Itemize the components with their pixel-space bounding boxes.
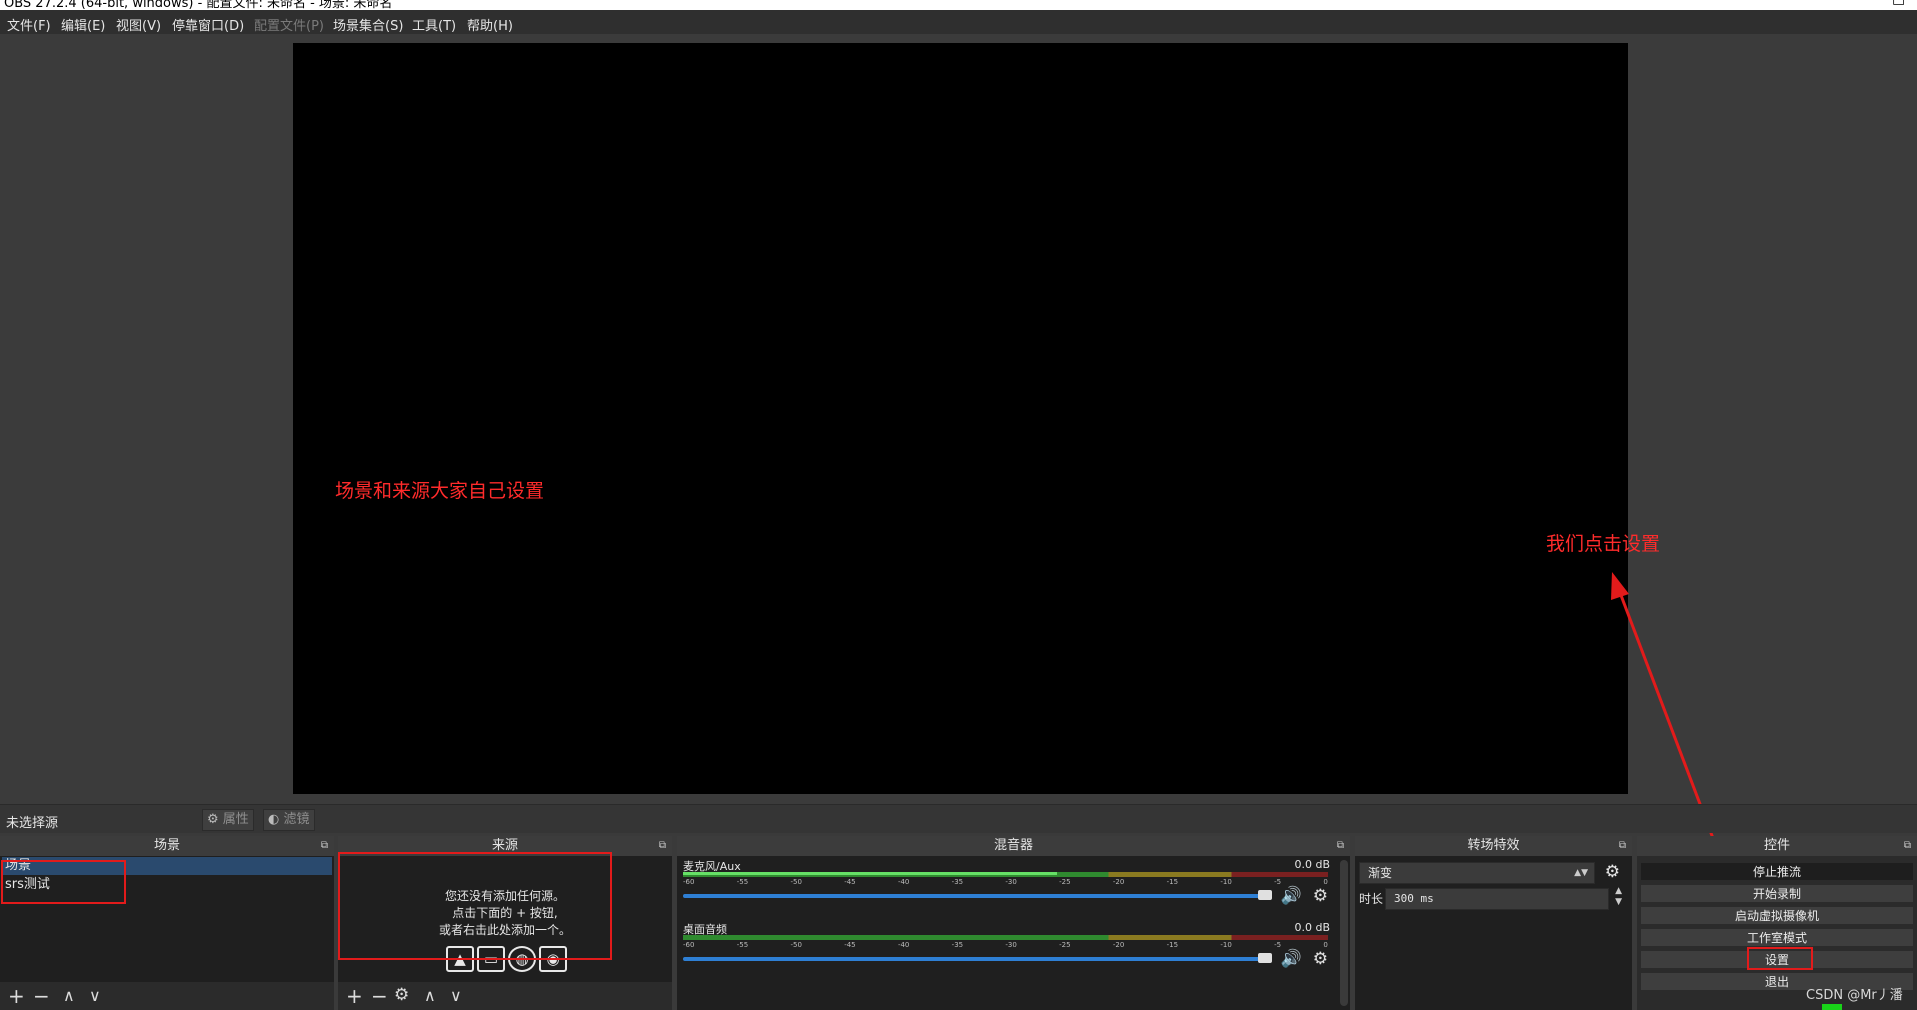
transitions-dock: 转场特效 ⧉ 渐变 ▲▼ ⚙ 时长 300 ms ▲ ▼ bbox=[1355, 836, 1632, 1010]
virtual-camera-button[interactable]: 启动虚拟摄像机 bbox=[1640, 906, 1914, 925]
scale-tick: -20 bbox=[1112, 878, 1125, 886]
add-source-button[interactable]: + bbox=[346, 984, 363, 1008]
scale-tick: -35 bbox=[951, 941, 964, 949]
mixer-channel-desktop: 桌面音频 0.0 dB -60 -55 -50 -45 -40 -35 -30 -25 -20-… bbox=[677, 921, 1338, 979]
scale-tick: -10 bbox=[1220, 878, 1232, 886]
undock-icon[interactable]: ⧉ bbox=[321, 836, 328, 856]
scale-tick: -10 bbox=[1220, 941, 1232, 949]
stop-streaming-button[interactable]: 停止推流 bbox=[1640, 862, 1914, 881]
no-source-label: 未选择源 bbox=[6, 816, 59, 831]
scale-tick: -25 bbox=[1059, 941, 1071, 949]
transition-select-value: 渐变 bbox=[1368, 866, 1393, 880]
scale-tick: -50 bbox=[790, 941, 802, 949]
volume-slider[interactable] bbox=[683, 890, 1272, 900]
transitions-body: 渐变 ▲▼ ⚙ 时长 300 ms ▲ ▼ bbox=[1355, 856, 1632, 1010]
scale-tick: -55 bbox=[736, 941, 749, 949]
gear-icon: ⚙ bbox=[207, 812, 219, 827]
scale-tick: -60 bbox=[683, 878, 695, 886]
mixer-channel-mic: 麦克风/Aux 0.0 dB -60 -55 -50 -45 -40 -35 -30 -25-… bbox=[677, 858, 1338, 916]
scale-tick: -60 bbox=[683, 941, 695, 949]
source-toolbar: 未选择源 ⚙ 属性 ◐ 滤镜 bbox=[0, 804, 1917, 833]
properties-label: 属性 bbox=[222, 812, 249, 827]
scale-tick: -45 bbox=[844, 878, 856, 886]
gear-icon[interactable]: ⚙ bbox=[1605, 862, 1620, 882]
volume-slider[interactable] bbox=[683, 953, 1272, 963]
speaker-icon[interactable]: 🔊 bbox=[1281, 886, 1302, 906]
mixer-body: 麦克风/Aux 0.0 dB -60 -55 -50 -45 -40 -35 -30 -25-… bbox=[677, 856, 1350, 1010]
scale-tick: -45 bbox=[844, 941, 856, 949]
speaker-icon[interactable]: 🔊 bbox=[1281, 949, 1302, 969]
controls-dock-header: 控件 ⧉ bbox=[1637, 836, 1917, 856]
scale-tick: -30 bbox=[1005, 878, 1017, 886]
move-scene-up-button[interactable]: ∧ bbox=[63, 986, 75, 1005]
scale-tick: -35 bbox=[951, 878, 964, 886]
sources-dock-title: 来源 bbox=[491, 838, 518, 853]
scenes-dock: 场景 ⧉ 场景 srs测试 + − ∧ ∨ bbox=[0, 836, 334, 1010]
highlight-box bbox=[1, 860, 126, 904]
volume-slider-handle[interactable] bbox=[1258, 953, 1272, 963]
controls-dock-title: 控件 bbox=[1763, 838, 1790, 853]
spin-arrows-icon[interactable]: ▲ ▼ bbox=[1615, 886, 1622, 908]
gear-icon[interactable]: ⚙ bbox=[1313, 949, 1328, 969]
scale-tick: -50 bbox=[790, 878, 802, 886]
source-properties-button[interactable]: ⚙ bbox=[394, 985, 409, 1005]
highlight-box bbox=[338, 852, 612, 960]
channel-db: 0.0 dB bbox=[1294, 921, 1330, 934]
sources-dock: 来源 ⧉ 您还没有添加任何源。 点击下面的 + 按钮, 或者右击此处添加一个。 … bbox=[338, 836, 672, 1010]
move-source-up-button[interactable]: ∧ bbox=[424, 986, 436, 1005]
duration-label: 时长 bbox=[1359, 892, 1384, 906]
move-scene-down-button[interactable]: ∨ bbox=[89, 986, 101, 1005]
transitions-dock-header: 转场特效 ⧉ bbox=[1355, 836, 1632, 856]
filter-icon: ◐ bbox=[268, 812, 280, 827]
undock-icon[interactable]: ⧉ bbox=[1619, 836, 1626, 856]
mixer-scrollbar[interactable] bbox=[1340, 860, 1348, 1006]
move-source-down-button[interactable]: ∨ bbox=[450, 986, 462, 1005]
scale-tick: -15 bbox=[1166, 878, 1179, 886]
scenes-dock-header: 场景 ⧉ bbox=[0, 836, 334, 856]
transition-select[interactable]: 渐变 ▲▼ bbox=[1359, 862, 1595, 884]
undock-icon[interactable]: ⧉ bbox=[1337, 836, 1344, 856]
scale-tick: -55 bbox=[736, 878, 749, 886]
gear-icon[interactable]: ⚙ bbox=[1313, 886, 1328, 906]
mixer-dock: 混音器 ⧉ 麦克风/Aux 0.0 dB -60 -55 -50 -45 -40 -35-… bbox=[677, 836, 1350, 1010]
scale-tick: -25 bbox=[1059, 878, 1071, 886]
duration-value: 300 ms bbox=[1394, 892, 1434, 905]
channel-db: 0.0 dB bbox=[1294, 858, 1330, 871]
stream-status-indicator bbox=[1822, 1004, 1842, 1010]
studio-mode-button[interactable]: 工作室模式 bbox=[1640, 928, 1914, 947]
scale-tick: -20 bbox=[1112, 941, 1125, 949]
volume-meter bbox=[683, 935, 1328, 940]
mixer-dock-title: 混音器 bbox=[993, 838, 1033, 853]
meter-scale: -60 -55 -50 -45 -40 -35 -30 -25 -20 -15 -10 -5 0 bbox=[683, 941, 1328, 950]
volume-slider-handle[interactable] bbox=[1258, 890, 1272, 900]
remove-source-button[interactable]: − bbox=[371, 984, 388, 1008]
mixer-dock-header: 混音器 ⧉ bbox=[677, 836, 1350, 856]
remove-scene-button[interactable]: − bbox=[33, 984, 50, 1008]
scenes-toolbar: + − ∧ ∨ bbox=[0, 982, 334, 1010]
filters-label: 滤镜 bbox=[283, 812, 310, 827]
add-scene-button[interactable]: + bbox=[8, 984, 25, 1008]
undock-icon[interactable]: ⧉ bbox=[659, 836, 666, 856]
filters-button[interactable]: ◐ 滤镜 bbox=[263, 809, 315, 831]
duration-spinbox[interactable]: 300 ms bbox=[1385, 888, 1609, 910]
start-recording-button[interactable]: 开始录制 bbox=[1640, 884, 1914, 903]
chevron-updown-icon: ▲▼ bbox=[1574, 868, 1588, 878]
scenes-dock-title: 场景 bbox=[153, 838, 180, 853]
scale-tick: -30 bbox=[1005, 941, 1017, 949]
highlight-box bbox=[1747, 947, 1813, 970]
scale-tick: -40 bbox=[897, 878, 910, 886]
sources-toolbar: + − ⚙ ∧ ∨ bbox=[338, 982, 672, 1010]
scale-tick: -40 bbox=[897, 941, 910, 949]
csdn-watermark: CSDN @Mr丿潘 bbox=[1806, 988, 1903, 1003]
volume-meter bbox=[683, 872, 1328, 877]
undock-icon[interactable]: ⧉ bbox=[1904, 836, 1911, 856]
scale-tick: -15 bbox=[1166, 941, 1179, 949]
transitions-dock-title: 转场特效 bbox=[1467, 838, 1520, 853]
properties-button[interactable]: ⚙ 属性 bbox=[202, 809, 254, 831]
meter-scale: -60 -55 -50 -45 -40 -35 -30 -25 -20 -15 -10 -5 0 bbox=[683, 878, 1328, 887]
